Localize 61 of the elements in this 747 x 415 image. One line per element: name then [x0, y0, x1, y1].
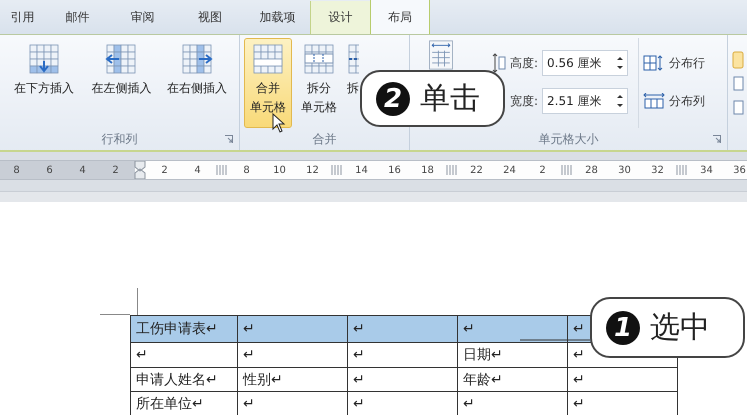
- table-cell: ↵: [463, 396, 475, 412]
- merge-cells-icon: [252, 43, 284, 75]
- table-cell: ↵: [353, 347, 365, 363]
- mouse-pointer-icon: [272, 113, 286, 133]
- table-cell: ↵: [243, 396, 255, 412]
- table-cell: ↵: [243, 321, 255, 337]
- spin-field[interactable]: 0.56 厘米: [542, 50, 628, 76]
- table-cell: ↵: [136, 347, 148, 363]
- group-title: 合并: [312, 130, 336, 148]
- table-cell: ↵: [353, 321, 365, 337]
- table-cell: 所在单位↵: [136, 396, 204, 412]
- ribbon-tab[interactable]: 视图: [175, 1, 245, 34]
- ribbon-button[interactable]: 在下方插入: [4, 38, 84, 128]
- insert-right-icon: [181, 43, 214, 75]
- dialog-launcher-icon[interactable]: [225, 135, 233, 143]
- insert-below-icon: [28, 43, 60, 75]
- spin-field[interactable]: 2.51 厘米: [542, 88, 628, 114]
- row-height-icon: [492, 53, 506, 73]
- ribbon-partial-icon[interactable]: [732, 51, 744, 117]
- autofit-icon[interactable]: [428, 40, 454, 70]
- indent-marker-icon[interactable]: [132, 161, 148, 179]
- ribbon-button[interactable]: 分布行: [643, 48, 706, 78]
- ribbon-tab[interactable]: 设计: [310, 1, 370, 34]
- ribbon-button[interactable]: 拆分 单元格: [295, 38, 343, 128]
- ribbon-button[interactable]: 分布列: [643, 86, 706, 116]
- ribbon-tab[interactable]: 邮件: [45, 1, 110, 34]
- table-cell: 日期↵: [463, 347, 503, 363]
- spin-arrows-icon[interactable]: [617, 56, 624, 70]
- spin-arrows-icon[interactable]: [617, 94, 624, 108]
- distribute-rows-icon: [643, 55, 666, 71]
- insert-left-icon: [105, 43, 138, 75]
- group-title: 行和列: [102, 130, 138, 148]
- distribute-columns-icon: [643, 93, 666, 109]
- callout: 1 选中: [590, 297, 745, 358]
- table-cell: ↵: [353, 396, 365, 412]
- table-cell: ↵: [573, 321, 585, 337]
- table-cell: ↵: [573, 347, 585, 363]
- ribbon-tab[interactable]: 布局: [370, 0, 430, 34]
- ribbon-button[interactable]: 在右侧插入: [159, 38, 235, 128]
- ribbon-tab[interactable]: 加载项: [245, 1, 310, 34]
- table-cell: 工伤申请表↵: [136, 321, 218, 337]
- ribbon-tab[interactable]: 审阅: [110, 1, 175, 34]
- table-cell: 年龄↵: [463, 372, 503, 388]
- dialog-launcher-icon[interactable]: [713, 135, 721, 143]
- callout: 2 单击: [360, 70, 505, 127]
- ribbon-button[interactable]: 合并 单元格: [244, 38, 292, 128]
- table-cell: ↵: [573, 372, 585, 388]
- table-cell: ↵: [573, 396, 585, 412]
- table-cell: 申请人姓名↵: [136, 372, 218, 388]
- table-cell: ↵: [353, 372, 365, 388]
- group-title: 单元格大小: [538, 130, 598, 148]
- table-cell: 性别↵: [243, 372, 283, 388]
- table-cell: ↵: [243, 347, 255, 363]
- field-label: 高度:: [510, 54, 538, 72]
- ribbon-tab[interactable]: 引用: [0, 1, 45, 34]
- horizontal-ruler: 8 6 4 2 2 4 8 10 12 14 16 18 22 24 2 28 30 32 34 36: [0, 160, 747, 180]
- field-label: 宽度:: [510, 92, 538, 110]
- table-cell: ↵: [463, 321, 475, 337]
- ribbon-button[interactable]: 拆: [346, 38, 360, 128]
- ribbon-button[interactable]: 在左侧插入: [84, 38, 160, 128]
- split-cells-icon: [303, 43, 335, 75]
